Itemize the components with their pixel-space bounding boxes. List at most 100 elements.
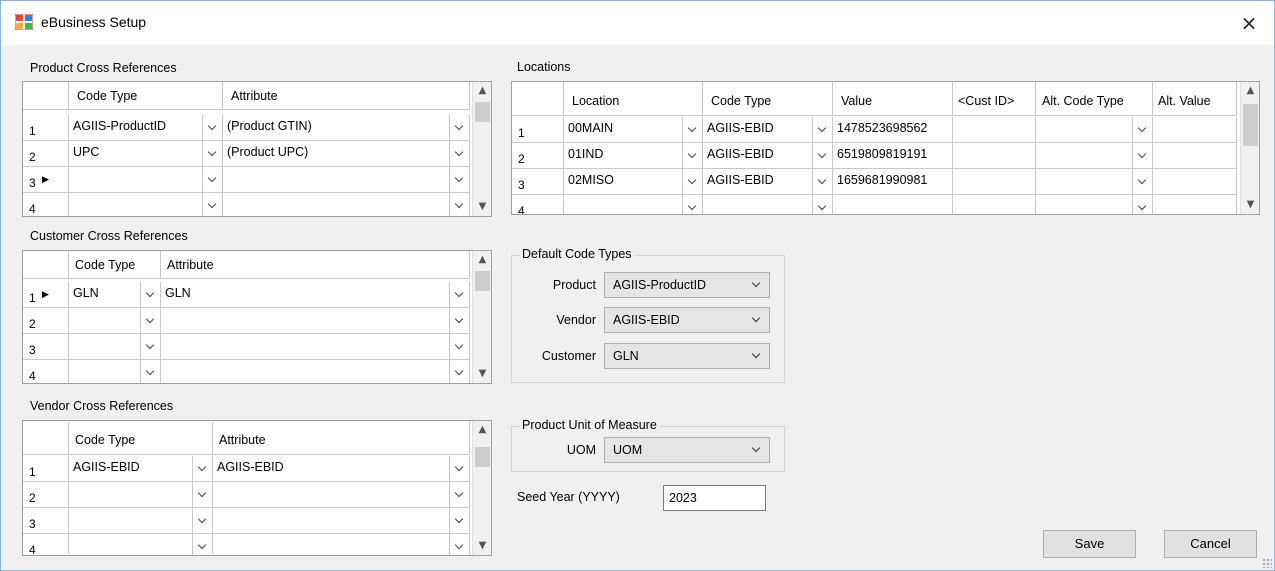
table-row[interactable]: 2 — [23, 308, 470, 334]
chevron-down-icon[interactable] — [812, 143, 832, 168]
code-type-cell[interactable] — [69, 360, 161, 383]
scroll-down-icon[interactable]: ▼ — [473, 537, 491, 555]
row-header[interactable]: 2 — [23, 308, 69, 334]
attribute-cell[interactable] — [213, 508, 470, 534]
cust-id-cell[interactable] — [953, 195, 1036, 214]
row-header[interactable]: 3 ▶ — [23, 167, 69, 193]
chevron-down-icon[interactable] — [1132, 195, 1152, 214]
chevron-down-icon[interactable] — [682, 143, 702, 168]
value-cell[interactable]: 6519809819191 — [833, 143, 953, 169]
chevron-down-icon[interactable] — [449, 482, 469, 507]
column-header-alt-code-type[interactable]: Alt. Code Type — [1036, 82, 1153, 116]
close-icon[interactable]: × — [1234, 9, 1264, 37]
chevron-down-icon[interactable] — [449, 308, 469, 333]
table-row[interactable]: 4 — [512, 195, 1237, 214]
scroll-thumb[interactable] — [475, 447, 490, 467]
row-header[interactable]: 1 — [512, 117, 564, 143]
vertical-scrollbar[interactable]: ▲ ▼ — [472, 421, 491, 555]
attribute-cell[interactable] — [223, 193, 470, 216]
value-cell[interactable] — [833, 195, 953, 214]
vendor-code-type-select[interactable]: AGIIS-EBID — [604, 307, 770, 333]
row-header[interactable]: 1 — [23, 115, 69, 141]
chevron-down-icon[interactable] — [449, 360, 469, 383]
code-type-cell[interactable]: GLN — [69, 282, 161, 308]
chevron-down-icon[interactable] — [192, 534, 212, 555]
table-row[interactable]: 3 — [23, 334, 470, 360]
code-type-cell[interactable] — [69, 193, 223, 216]
row-header[interactable]: 4 — [512, 195, 564, 214]
table-row[interactable]: 1 ▶ GLN GLN — [23, 282, 470, 308]
attribute-cell[interactable] — [223, 167, 470, 193]
cancel-button[interactable]: Cancel — [1164, 530, 1257, 558]
scroll-thumb[interactable] — [475, 271, 490, 291]
column-header-code-type[interactable]: Code Type — [703, 82, 833, 116]
scroll-thumb[interactable] — [1243, 104, 1258, 146]
save-button[interactable]: Save — [1043, 530, 1136, 558]
attribute-cell[interactable] — [161, 308, 470, 334]
code-type-cell[interactable]: AGIIS-EBID — [703, 143, 833, 169]
table-row[interactable]: 3 02MISO AGIIS-EBID 1659681990981 — [512, 169, 1237, 195]
table-row[interactable]: 1 00MAIN AGIIS-EBID 1478523698562 — [512, 117, 1237, 143]
chevron-down-icon[interactable] — [449, 456, 469, 481]
code-type-cell[interactable] — [703, 195, 833, 214]
chevron-down-icon[interactable] — [192, 482, 212, 507]
table-row[interactable]: 3 ▶ — [23, 167, 470, 193]
table-row[interactable]: 2 — [23, 482, 470, 508]
chevron-down-icon[interactable] — [140, 308, 160, 333]
chevron-down-icon[interactable] — [140, 360, 160, 383]
column-header-attribute[interactable]: Attribute — [213, 421, 470, 455]
alt-code-type-cell[interactable] — [1036, 143, 1153, 169]
attribute-cell[interactable]: (Product UPC) — [223, 141, 470, 167]
row-header[interactable]: 3 — [512, 169, 564, 195]
chevron-down-icon[interactable] — [682, 117, 702, 142]
row-header[interactable]: 4 — [23, 360, 69, 383]
chevron-down-icon[interactable] — [1132, 143, 1152, 168]
column-header-alt-value[interactable]: Alt. Value — [1153, 82, 1237, 116]
customer-xref-grid[interactable]: Code Type Attribute 1 ▶ GLN GLN 2 3 4 ▲ ▼ — [22, 250, 492, 384]
chevron-down-icon[interactable] — [192, 508, 212, 533]
chevron-down-icon[interactable] — [202, 193, 222, 216]
product-code-type-select[interactable]: AGIIS-ProductID — [604, 272, 770, 298]
chevron-down-icon[interactable] — [812, 195, 832, 214]
attribute-cell[interactable] — [161, 360, 470, 383]
seed-year-input[interactable]: 2023 — [663, 485, 766, 511]
vertical-scrollbar[interactable]: ▲ ▼ — [472, 82, 491, 216]
location-cell[interactable]: 00MAIN — [564, 117, 703, 143]
table-row[interactable]: 4 — [23, 360, 470, 383]
column-header-code-type[interactable]: Code Type — [69, 421, 213, 455]
column-header-location[interactable]: Location — [564, 82, 703, 116]
table-row[interactable]: 2 01IND AGIIS-EBID 6519809819191 — [512, 143, 1237, 169]
column-header-code-type[interactable]: Code Type — [69, 251, 161, 279]
chevron-down-icon[interactable] — [140, 334, 160, 359]
row-header[interactable]: 1 — [23, 456, 69, 482]
alt-code-type-cell[interactable] — [1036, 117, 1153, 143]
chevron-down-icon[interactable] — [449, 141, 469, 166]
alt-value-cell[interactable] — [1153, 169, 1237, 195]
scroll-down-icon[interactable]: ▼ — [1241, 196, 1259, 214]
chevron-down-icon[interactable] — [449, 115, 469, 140]
chevron-down-icon[interactable] — [140, 282, 160, 307]
vertical-scrollbar[interactable]: ▲ ▼ — [1240, 82, 1259, 214]
attribute-cell[interactable] — [213, 534, 470, 555]
chevron-down-icon[interactable] — [1132, 169, 1152, 194]
code-type-cell[interactable]: AGIIS-ProductID — [69, 115, 223, 141]
scroll-up-icon[interactable]: ▲ — [473, 82, 491, 100]
chevron-down-icon[interactable] — [812, 169, 832, 194]
scroll-down-icon[interactable]: ▼ — [473, 365, 491, 383]
table-row[interactable]: 1 AGIIS-ProductID (Product GTIN) — [23, 115, 470, 141]
row-header[interactable]: 2 — [23, 141, 69, 167]
resize-grip[interactable] — [1262, 558, 1272, 568]
table-row[interactable]: 4 — [23, 534, 470, 555]
table-row[interactable]: 2 UPC (Product UPC) — [23, 141, 470, 167]
location-cell[interactable] — [564, 195, 703, 214]
chevron-down-icon[interactable] — [449, 508, 469, 533]
cust-id-cell[interactable] — [953, 143, 1036, 169]
alt-value-cell[interactable] — [1153, 143, 1237, 169]
alt-code-type-cell[interactable] — [1036, 169, 1153, 195]
value-cell[interactable]: 1478523698562 — [833, 117, 953, 143]
location-cell[interactable]: 02MISO — [564, 169, 703, 195]
chevron-down-icon[interactable] — [202, 115, 222, 140]
code-type-cell[interactable]: AGIIS-EBID — [703, 117, 833, 143]
location-cell[interactable]: 01IND — [564, 143, 703, 169]
attribute-cell[interactable] — [213, 482, 470, 508]
